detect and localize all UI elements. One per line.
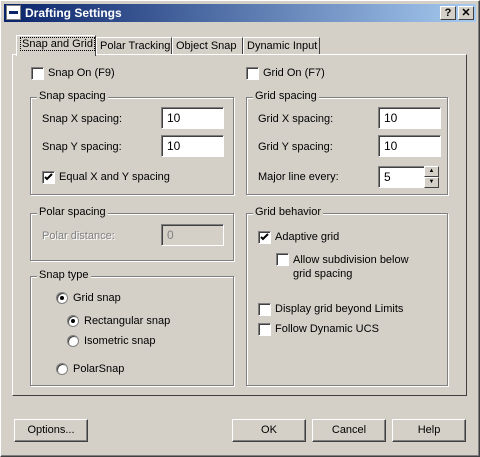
equal-xy-label: Equal X and Y spacing bbox=[59, 171, 170, 183]
polar-spacing-title: Polar spacing bbox=[37, 206, 108, 218]
beyond-limits-checkbox[interactable] bbox=[258, 303, 271, 316]
rect-snap-label: Rectangular snap bbox=[84, 315, 171, 327]
tab-dynamic-input[interactable]: Dynamic Input bbox=[243, 37, 320, 55]
adaptive-grid-checkbox[interactable] bbox=[258, 231, 271, 244]
polar-distance-input: 0 bbox=[161, 224, 224, 246]
grid-spacing-title: Grid spacing bbox=[253, 90, 319, 102]
grid-behavior-title: Grid behavior bbox=[253, 206, 324, 218]
cancel-button[interactable]: Cancel bbox=[312, 419, 386, 442]
snap-type-title: Snap type bbox=[37, 269, 91, 281]
subdivision-checkbox[interactable] bbox=[276, 253, 289, 266]
follow-ucs-checkbox[interactable] bbox=[258, 323, 271, 336]
title-bar[interactable]: Drafting Settings ? ✕ bbox=[4, 4, 476, 22]
adaptive-grid-label: Adaptive grid bbox=[275, 231, 340, 243]
spin-down-icon[interactable]: ▼ bbox=[424, 177, 439, 188]
grid-y-label: Grid Y spacing: bbox=[258, 141, 333, 153]
follow-ucs-label: Follow Dynamic UCS bbox=[275, 323, 379, 335]
major-line-label: Major line every: bbox=[258, 171, 339, 183]
grid-x-label: Grid X spacing: bbox=[258, 113, 334, 125]
window-title: Drafting Settings bbox=[25, 6, 122, 20]
close-button[interactable]: ✕ bbox=[458, 6, 474, 20]
snap-y-label: Snap Y spacing: bbox=[42, 141, 122, 153]
grid-snap-radio[interactable] bbox=[56, 292, 68, 304]
subdivision-label-line1: Allow subdivision below bbox=[293, 254, 409, 266]
iso-snap-label: Isometric snap bbox=[84, 335, 156, 347]
grid-x-input[interactable]: 10 bbox=[378, 107, 441, 129]
help-title-button[interactable]: ? bbox=[440, 6, 456, 20]
app-icon bbox=[6, 5, 21, 20]
grid-snap-label: Grid snap bbox=[73, 292, 121, 304]
polar-snap-label: PolarSnap bbox=[73, 363, 125, 375]
check-icon bbox=[44, 173, 53, 181]
polar-snap-radio[interactable] bbox=[56, 363, 68, 375]
check-icon bbox=[260, 233, 269, 241]
options-button[interactable]: Options... bbox=[14, 419, 88, 442]
major-line-input[interactable]: 5 bbox=[378, 166, 426, 188]
subdivision-label-line2: grid spacing bbox=[293, 268, 353, 280]
major-line-spinner[interactable]: ▲ ▼ bbox=[424, 166, 439, 188]
tab-polar-tracking[interactable]: Polar Tracking bbox=[96, 37, 172, 55]
grid-on-label: Grid On (F7) bbox=[263, 67, 325, 79]
iso-snap-radio[interactable] bbox=[67, 335, 79, 347]
snap-on-label: Snap On (F9) bbox=[48, 67, 115, 79]
tab-snap-and-grid[interactable]: Snap and Grid bbox=[16, 35, 96, 56]
equal-xy-checkbox[interactable] bbox=[42, 171, 55, 184]
snap-y-input[interactable]: 10 bbox=[161, 135, 224, 157]
snap-x-input[interactable]: 10 bbox=[161, 107, 224, 129]
tab-object-snap[interactable]: Object Snap bbox=[172, 37, 243, 55]
snap-x-label: Snap X spacing: bbox=[42, 113, 123, 125]
polar-distance-label: Polar distance: bbox=[42, 230, 115, 242]
spin-up-icon[interactable]: ▲ bbox=[424, 166, 439, 177]
grid-on-checkbox[interactable] bbox=[246, 67, 259, 80]
rect-snap-radio[interactable] bbox=[67, 315, 79, 327]
ok-button[interactable]: OK bbox=[232, 419, 306, 442]
grid-y-input[interactable]: 10 bbox=[378, 135, 441, 157]
snap-spacing-title: Snap spacing bbox=[37, 90, 108, 102]
help-button[interactable]: Help bbox=[392, 419, 466, 442]
beyond-limits-label: Display grid beyond Limits bbox=[275, 303, 404, 315]
snap-on-checkbox[interactable] bbox=[31, 67, 44, 80]
